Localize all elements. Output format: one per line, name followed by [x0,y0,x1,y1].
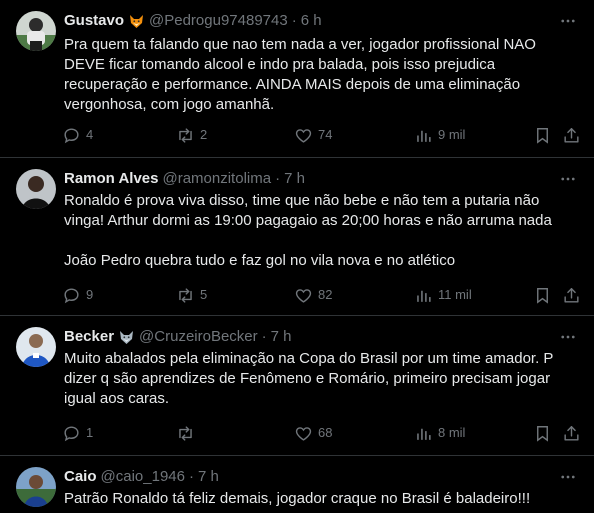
user-handle[interactable]: @caio_1946 [101,467,185,487]
user-handle[interactable]: @CruzeiroBecker [139,327,258,347]
tweet-card[interactable]: Gustavo @Pedrogu97489743 · 6 h Pra quem … [0,0,594,158]
bookmark-icon [537,127,548,144]
avatar[interactable] [16,467,56,507]
tweet-text: Patrão Ronaldo tá feliz demais, jogador … [64,490,531,507]
heart-icon [295,288,312,303]
bookmark-icon [537,425,548,442]
tweet-header: Gustavo @Pedrogu97489743 · 6 h [64,11,578,31]
reply-count: 1 [86,425,94,440]
heart-icon [295,128,312,143]
action-bar: 1 68 8 mil [58,423,580,443]
like-count: 82 [318,287,333,302]
reply-icon [64,127,79,143]
view-count: 8 mil [438,425,466,440]
share-button[interactable] [562,125,581,145]
timestamp[interactable]: 7 h [284,169,305,189]
tweet-header: Ramon Alves @ramonzitolima · 7 h [64,169,578,189]
more-icon[interactable] [558,11,578,31]
like-button[interactable]: 82 [294,285,332,305]
retweet-icon [179,425,192,441]
tweet-header: Becker @CruzeiroBecker · 7 h [64,327,578,347]
like-count: 68 [318,425,333,440]
retweet-button[interactable]: 2 [176,125,207,145]
display-name[interactable]: Caio [64,467,97,487]
avatar[interactable] [16,327,56,367]
retweet-button[interactable]: 5 [176,285,207,305]
tweet-card[interactable]: Becker @CruzeiroBecker · 7 h Muito abala… [0,316,594,456]
more-icon[interactable] [558,327,578,347]
user-handle[interactable]: @Pedrogu97489743 [149,11,288,31]
tweet-text: Muito abalados pela eliminação na Copa d… [64,350,558,407]
bookmark-button[interactable] [533,285,552,305]
reply-button[interactable]: 9 [62,285,93,305]
bookmark-button[interactable] [533,423,552,443]
more-icon[interactable] [558,467,578,487]
action-bar: 4 2 74 9 mil [58,125,580,145]
like-button[interactable]: 74 [294,125,332,145]
timestamp[interactable]: 7 h [198,467,219,487]
separator: · [261,328,267,345]
reply-count: 4 [86,127,94,142]
fox-emoji-icon [118,329,135,346]
tweet-card[interactable]: Ramon Alves @ramonzitolima · 7 h Ronaldo… [0,158,594,316]
views-button[interactable]: 11 mil [414,285,472,305]
reply-icon [64,425,79,441]
view-count: 11 mil [438,287,472,302]
action-bar: 9 5 82 11 mil [58,285,580,305]
views-button[interactable]: 8 mil [414,423,465,443]
retweet-button[interactable] [176,423,200,443]
tweet-card[interactable]: Caio @caio_1946 · 7 h Patrão Ronaldo tá … [0,456,594,513]
reply-icon [64,287,79,303]
user-handle[interactable]: @ramonzitolima [162,169,271,189]
views-icon [417,428,431,440]
bookmark-button[interactable] [533,125,552,145]
retweet-count: 5 [200,287,208,302]
bookmark-icon [537,287,548,304]
more-icon[interactable] [558,169,578,189]
share-icon [564,127,579,143]
views-icon [417,130,431,142]
retweet-icon [179,127,192,143]
display-name[interactable]: Gustavo [64,11,124,31]
reply-button[interactable]: 1 [62,423,93,443]
timestamp[interactable]: 7 h [271,327,292,347]
share-button[interactable] [562,285,581,305]
separator: · [188,468,194,485]
like-count: 74 [318,127,333,142]
separator: · [275,170,281,187]
tweet-header: Caio @caio_1946 · 7 h [64,467,578,487]
display-name[interactable]: Becker [64,327,114,347]
share-icon [564,425,579,441]
heart-icon [295,426,312,441]
tweet-text: Pra quem ta falando que nao tem nada a v… [64,36,541,113]
share-icon [564,287,579,303]
share-button[interactable] [562,423,581,443]
view-count: 9 mil [438,127,466,142]
reply-count: 9 [86,287,94,302]
tweet-text: Ronaldo é prova viva disso, time que não… [64,192,552,269]
display-name[interactable]: Ramon Alves [64,169,158,189]
retweet-count: 2 [200,127,208,142]
avatar[interactable] [16,169,56,209]
views-button[interactable]: 9 mil [414,125,465,145]
retweet-icon [179,287,192,303]
reply-button[interactable]: 4 [62,125,93,145]
timestamp[interactable]: 6 h [301,11,322,31]
separator: · [291,12,297,29]
avatar[interactable] [16,11,56,51]
fox-emoji-icon [128,13,145,30]
like-button[interactable]: 68 [294,423,332,443]
views-icon [417,290,431,302]
